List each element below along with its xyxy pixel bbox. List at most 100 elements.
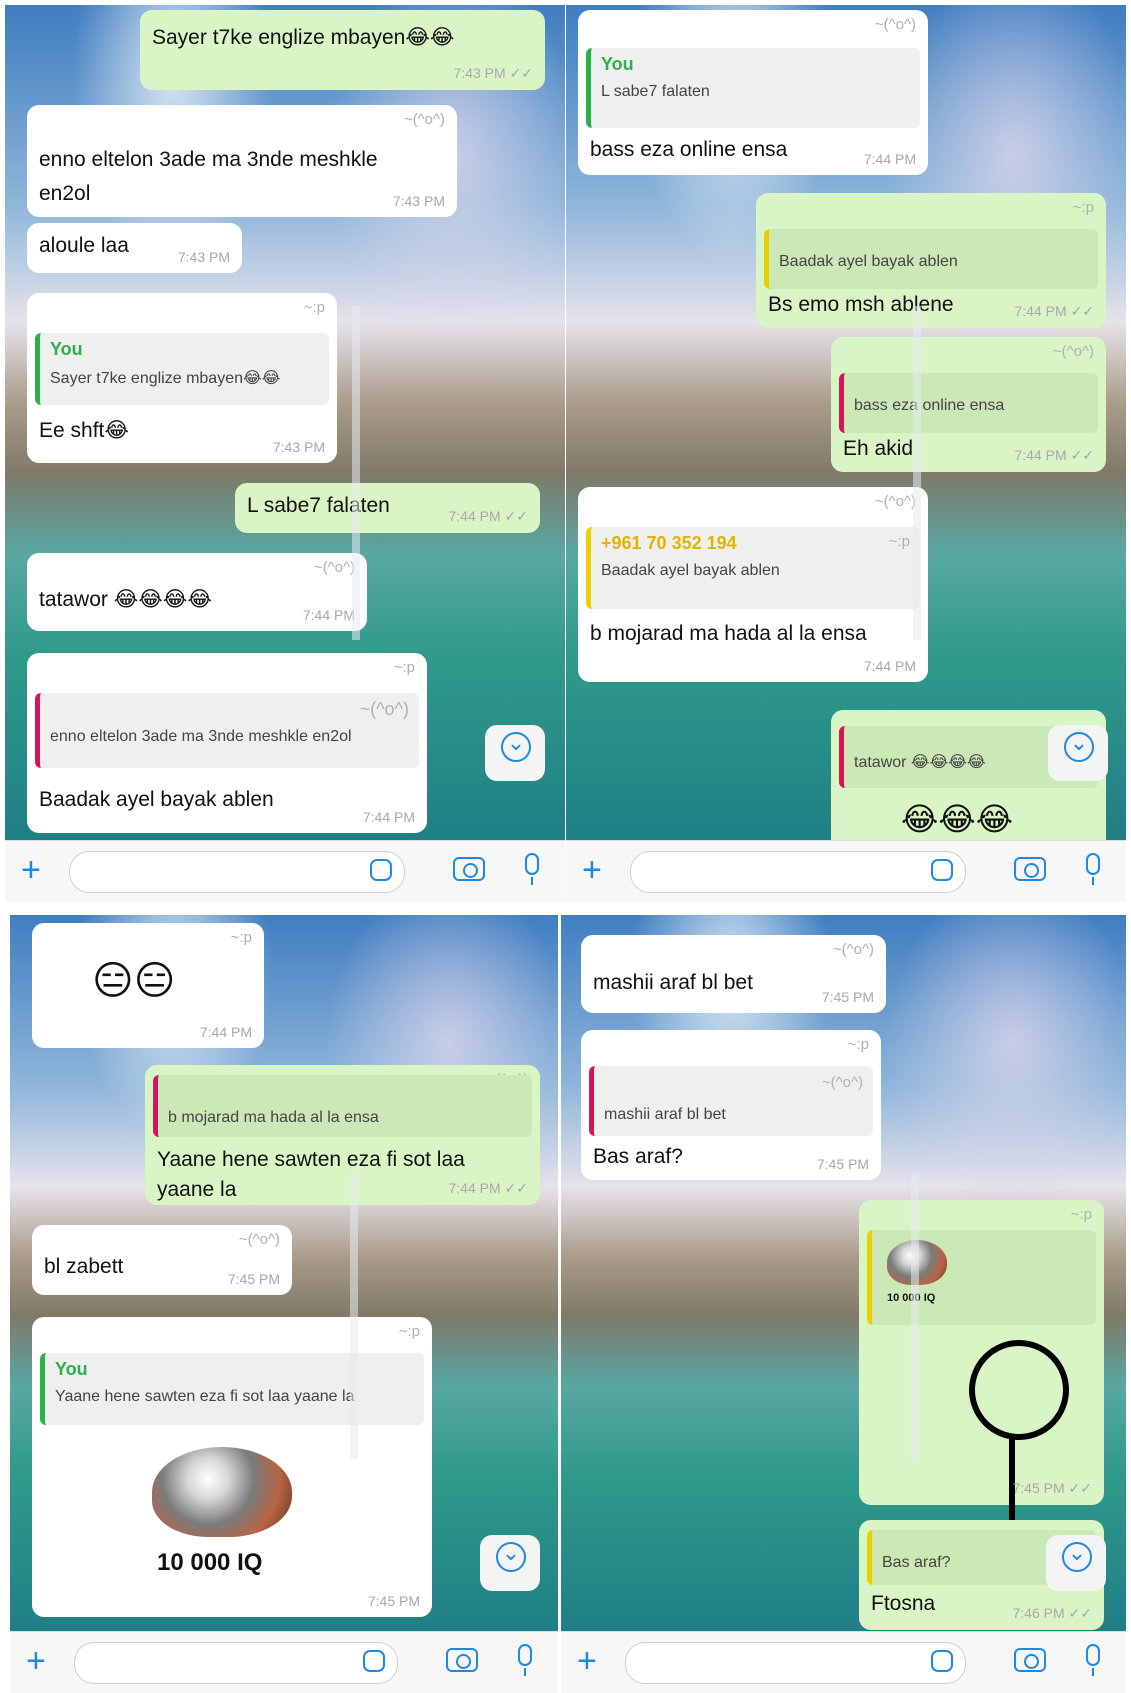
quoted-name: You <box>50 339 83 359</box>
read-check-icon: ✓✓ <box>1070 303 1094 319</box>
message-bubble[interactable]: ~(^o^) tatawor 😂😂😂😂 7:44 PM <box>27 553 367 631</box>
message-time: 7:45 PM ✓✓ <box>1013 1480 1093 1497</box>
quoted-message[interactable]: 10 000 IQ <box>867 1230 1096 1325</box>
scroll-down-icon[interactable] <box>485 725 545 781</box>
sender-label: ~:p <box>303 299 325 316</box>
message-text: enno eltelon 3ade ma 3nde meshkle en2ol <box>39 148 378 205</box>
read-check-icon: ✓✓ <box>509 65 533 81</box>
quoted-message[interactable]: You Sayer t7ke englize mbayen😂😂 <box>35 333 329 405</box>
time-label: 7:44 PM <box>448 1180 501 1196</box>
message-text: Ftosna <box>871 1592 936 1615</box>
sticker-icon[interactable] <box>931 859 953 881</box>
microphone-icon[interactable] <box>1086 853 1100 885</box>
message-text: Bs emo msh ablene <box>768 293 954 316</box>
brain-sticker <box>152 1447 292 1537</box>
sticker-icon[interactable] <box>363 1650 385 1672</box>
message-bubble[interactable]: L sabe7 falaten 7:44 PM ✓✓ <box>235 483 540 533</box>
time-label: 7:45 PM <box>1012 1480 1065 1496</box>
quoted-text: Sayer t7ke englize mbayen😂😂 <box>50 370 281 387</box>
quoted-message[interactable]: b mojarad ma hada al la ensa <box>153 1075 532 1137</box>
message-bubble[interactable]: ~:p ~(^o^) mashii araf bl bet Bas araf? … <box>581 1030 881 1180</box>
message-time: 7:46 PM ✓✓ <box>1013 1605 1093 1622</box>
quoted-text: L sabe7 falaten <box>601 83 710 100</box>
message-bubble[interactable]: ~:p 10 000 IQ 7:45 PM ✓✓ <box>859 1200 1104 1528</box>
message-bubble[interactable]: ~:p Baadak ayel bayak ablen Bs emo msh a… <box>756 193 1106 328</box>
quoted-text: bass eza online ensa <box>854 397 1005 414</box>
quoted-text: enno eltelon 3ade ma 3nde meshkle en2ol <box>50 728 352 745</box>
message-text: bass eza online ensa <box>590 138 788 161</box>
sender-label: ~(^o^) <box>1052 343 1094 360</box>
quoted-message[interactable]: ~(^o^) mashii araf bl bet <box>589 1066 873 1136</box>
message-input[interactable] <box>69 851 405 893</box>
sender-label: ~(^o^) <box>238 1231 280 1248</box>
message-input[interactable] <box>74 1642 398 1684</box>
chat-area: ~(^o^) mashii araf bl bet 7:45 PM ~:p ~(… <box>561 915 1126 1631</box>
scroll-down-icon[interactable] <box>1046 1535 1106 1591</box>
camera-icon[interactable] <box>1014 857 1046 881</box>
message-text: tatawor 😂😂😂😂 <box>39 588 212 611</box>
microphone-icon[interactable] <box>518 1644 532 1676</box>
microphone-icon[interactable] <box>525 853 539 885</box>
quoted-message[interactable]: You L sabe7 falaten <box>586 48 920 128</box>
message-input[interactable] <box>625 1642 966 1684</box>
plus-icon[interactable]: + <box>26 1642 46 1681</box>
read-check-icon: ✓✓ <box>1068 1480 1092 1496</box>
message-bubble[interactable]: ~(^o^) +961 70 352 194 ~:p Baadak ayel b… <box>578 487 928 682</box>
message-time: 7:43 PM <box>392 193 445 209</box>
plus-icon[interactable]: + <box>577 1642 597 1681</box>
chat-area: ~:p 😑😑 7:44 PM ~(^o^) b mojarad ma hada … <box>10 915 558 1631</box>
message-bubble[interactable]: ~:p You Yaane hene sawten eza fi sot laa… <box>32 1317 432 1617</box>
scroll-down-icon[interactable] <box>1048 725 1108 781</box>
message-time: 7:43 PM ✓✓ <box>454 65 534 82</box>
stickman-sticker <box>969 1340 1069 1440</box>
message-bubble[interactable]: ~(^o^) bl zabett 7:45 PM <box>32 1225 292 1295</box>
message-text: Sayer t7ke englize mbayen😂😂 <box>152 26 455 49</box>
message-input-bar: + <box>566 840 1126 902</box>
sticker-icon[interactable] <box>370 859 392 881</box>
quoted-message[interactable]: +961 70 352 194 ~:p Baadak ayel bayak ab… <box>586 527 920 609</box>
quoted-message[interactable]: ~(^o^) enno eltelon 3ade ma 3nde meshkle… <box>35 693 419 768</box>
camera-icon[interactable] <box>446 1648 478 1672</box>
message-bubble[interactable]: Sayer t7ke englize mbayen😂😂 7:43 PM ✓✓ <box>140 10 545 90</box>
message-bubble[interactable]: ~:p You Sayer t7ke englize mbayen😂😂 Ee s… <box>27 293 337 463</box>
quoted-message[interactable]: bass eza online ensa <box>839 373 1098 433</box>
camera-icon[interactable] <box>453 857 485 881</box>
scroll-down-icon[interactable] <box>480 1535 540 1591</box>
message-bubble[interactable]: ~:p 😑😑 7:44 PM <box>32 923 264 1048</box>
sender-label: ~(^o^) <box>832 941 874 958</box>
quoted-name: You <box>601 54 634 74</box>
quoted-message[interactable]: You Yaane hene sawten eza fi sot laa yaa… <box>40 1353 424 1425</box>
message-bubble[interactable]: ~(^o^) b mojarad ma hada al la ensa Yaan… <box>145 1065 540 1205</box>
message-text: bl zabett <box>44 1255 124 1278</box>
microphone-icon[interactable] <box>1086 1644 1100 1676</box>
plus-icon[interactable]: + <box>582 851 602 890</box>
sender-label: ~(^o^) <box>874 493 916 510</box>
message-time: 7:45 PM <box>816 1156 869 1172</box>
quoted-text: mashii araf bl bet <box>604 1106 726 1123</box>
time-label: 7:44 PM <box>1014 303 1067 319</box>
message-text: Ee shft😂 <box>39 419 129 442</box>
plus-icon[interactable]: + <box>21 851 41 890</box>
read-check-icon: ✓✓ <box>1070 447 1094 463</box>
message-time: 7:44 PM <box>863 658 916 674</box>
read-check-icon: ✓✓ <box>504 508 528 524</box>
message-time: 7:43 PM <box>177 249 230 265</box>
message-bubble[interactable]: ~(^o^) You L sabe7 falaten bass eza onli… <box>578 10 928 175</box>
message-bubble[interactable]: ~:p ~(^o^) enno eltelon 3ade ma 3nde mes… <box>27 653 427 833</box>
message-input[interactable] <box>630 851 966 893</box>
camera-icon[interactable] <box>1014 1648 1046 1672</box>
quoted-message[interactable]: Baadak ayel bayak ablen <box>764 229 1098 289</box>
message-time: 7:44 PM ✓✓ <box>1015 303 1095 320</box>
message-time: 7:44 PM ✓✓ <box>1015 447 1095 464</box>
message-text: b mojarad ma hada al la ensa <box>590 622 867 645</box>
read-check-icon: ✓✓ <box>504 1180 528 1196</box>
message-text: Yaane hene sawten eza fi sot laa yaane l… <box>157 1148 465 1201</box>
brain-sticker <box>887 1240 947 1285</box>
message-bubble[interactable]: aloule laa 7:43 PM <box>27 223 242 273</box>
sticker-icon[interactable] <box>931 1650 953 1672</box>
message-time: 7:45 PM <box>821 989 874 1005</box>
message-bubble[interactable]: ~(^o^) mashii araf bl bet 7:45 PM <box>581 935 886 1013</box>
message-bubble[interactable]: ~(^o^) bass eza online ensa Eh akid 7:44… <box>831 337 1106 472</box>
message-bubble[interactable]: ~(^o^) enno eltelon 3ade ma 3nde meshkle… <box>27 105 457 217</box>
message-text: mashii araf bl bet <box>593 971 753 994</box>
